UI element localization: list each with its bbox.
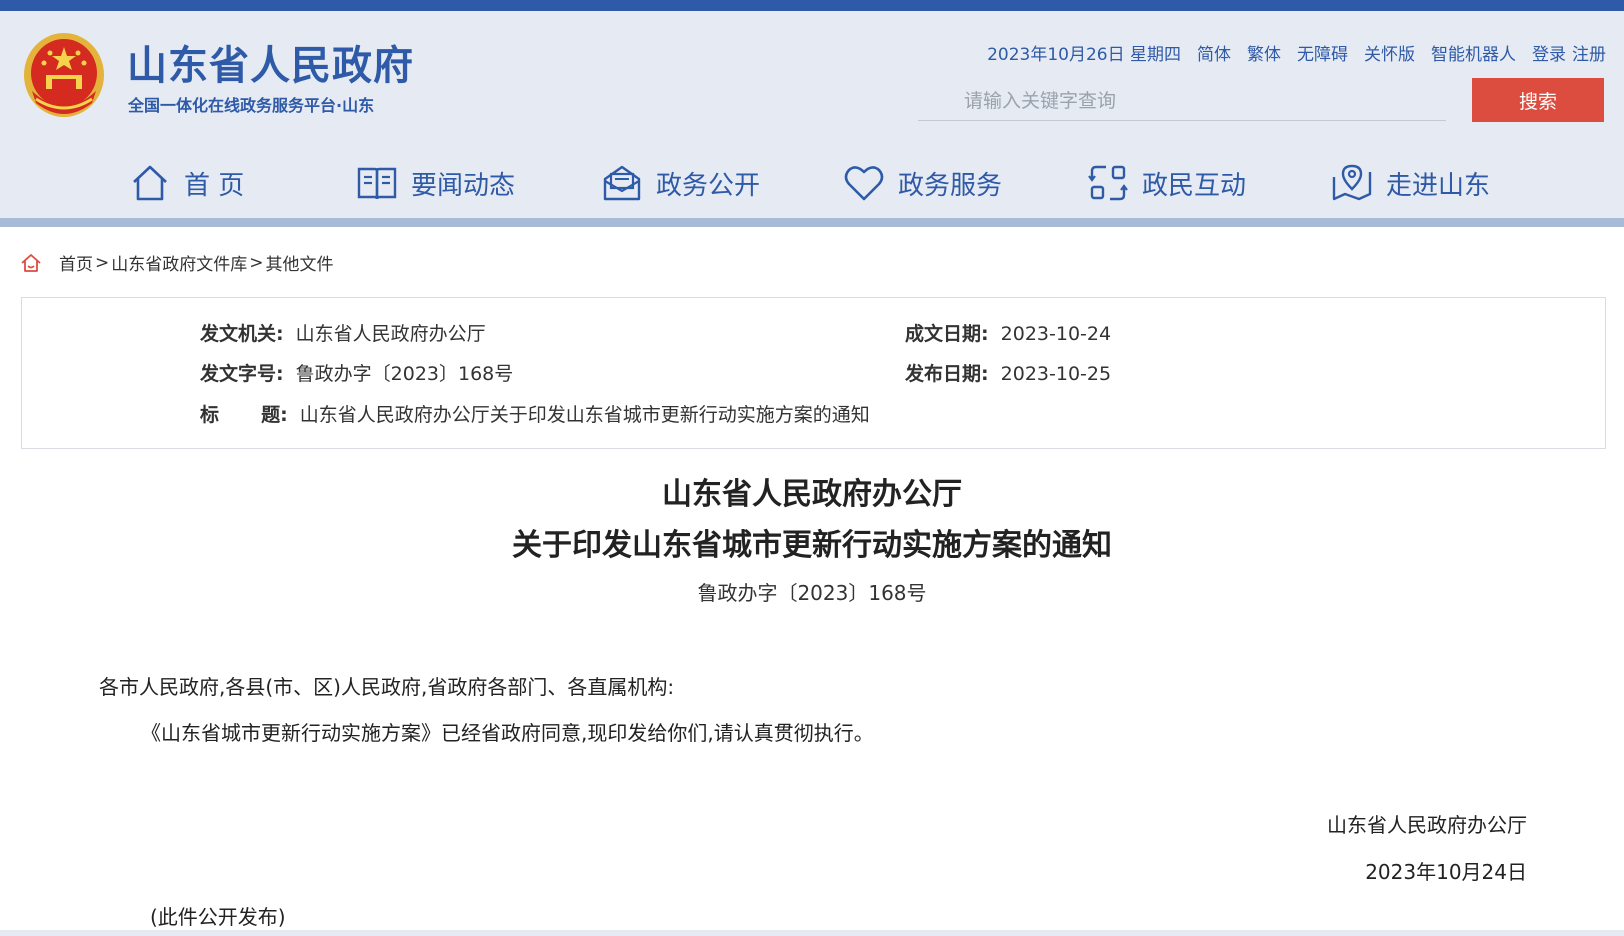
meta-written-value: 2023-10-24: [1000, 323, 1112, 345]
meta-title-label: 题:: [261, 404, 288, 426]
register-link[interactable]: 注册: [1572, 40, 1606, 65]
nav-item-label: 首 页: [184, 170, 245, 201]
meta-published-value: 2023-10-25: [1000, 363, 1112, 385]
nav-item-label: 要闻动态: [411, 170, 516, 201]
nav-item-label: 政务公开: [656, 170, 761, 201]
robot-link[interactable]: 智能机器人: [1431, 40, 1516, 65]
document-note: (此件公开发布): [150, 905, 286, 929]
breadcrumb-library[interactable]: 山东省政府文件库: [111, 250, 247, 275]
nav-item-home[interactable]: 首 页: [128, 155, 244, 211]
meta-docno-value: 鲁政办字〔2023〕168号: [295, 363, 514, 385]
nav-item-news[interactable]: 要闻动态: [355, 155, 515, 211]
accessibility-link[interactable]: 无障碍: [1297, 40, 1348, 65]
nav-item-interaction[interactable]: 政民互动: [1086, 155, 1246, 211]
nav-item-shandong[interactable]: 走进山东: [1330, 155, 1490, 211]
meta-docno-label: 发文字号:: [200, 363, 284, 385]
document-number: 鲁政办字〔2023〕168号: [697, 581, 927, 605]
meta-published-date: 发布日期: 2023-10-25: [905, 359, 1111, 386]
header-divider: [0, 218, 1624, 227]
document-title-line2: 关于印发山东省城市更新行动实施方案的通知: [512, 528, 1112, 563]
meta-issuer-label: 发文机关:: [200, 323, 284, 345]
book-icon: [357, 167, 397, 200]
breadcrumb-home[interactable]: 首页: [59, 250, 93, 275]
document-salutation: 各市人民政府,各县(市、区)人民政府,省政府各部门、各直属机构:: [99, 675, 675, 699]
interaction-icon: [1088, 165, 1128, 201]
site-subtitle: 全国一体化在线政务服务平台·山东: [128, 96, 375, 115]
nav-item-label: 政民互动: [1142, 170, 1247, 201]
breadcrumb-current[interactable]: 其他文件: [266, 250, 334, 275]
main-nav: 首 页 要闻动态 政务公开 政务服务 政民互动 走进山东: [0, 155, 1624, 211]
heart-icon: [844, 166, 884, 201]
document-title-line1: 山东省人民政府办公厅: [662, 477, 962, 512]
document-meta-box: 发文机关: 山东省人民政府办公厅 发文字号: 鲁政办字〔2023〕168号 标 …: [21, 297, 1606, 449]
traditional-link[interactable]: 繁体: [1247, 40, 1281, 65]
document-body: 《山东省城市更新行动实施方案》已经省政府同意,现印发给你们,请认真贯彻执行。: [141, 721, 874, 745]
meta-issuer: 发文机关: 山东省人民政府办公厅: [200, 319, 486, 346]
mail-icon: [603, 165, 641, 201]
simplified-link[interactable]: 简体: [1197, 40, 1231, 65]
meta-title: 标 题: 山东省人民政府办公厅关于印发山东省城市更新行动实施方案的通知: [200, 400, 870, 427]
top-accent-bar: [0, 0, 1624, 11]
meta-published-label: 发布日期:: [905, 363, 989, 385]
national-emblem-icon: [24, 33, 104, 117]
login-link[interactable]: 登录: [1532, 40, 1566, 65]
utility-links: 2023年10月26日 星期四 简体 繁体 无障碍 关怀版 智能机器人 登录 注…: [971, 40, 1606, 65]
meta-title-label: 标: [200, 404, 220, 426]
nav-item-label: 走进山东: [1386, 170, 1491, 201]
home-icon: [133, 165, 167, 201]
current-date: 2023年10月26日 星期四: [987, 45, 1181, 65]
home-icon[interactable]: [20, 252, 42, 274]
meta-written-label: 成文日期:: [905, 323, 989, 345]
breadcrumb-separator: >: [95, 252, 110, 273]
search-button[interactable]: 搜索: [1472, 78, 1604, 122]
map-pin-icon: [1332, 164, 1372, 201]
meta-issuer-value: 山东省人民政府办公厅: [295, 323, 486, 345]
nav-item-label: 政务服务: [898, 170, 1003, 201]
footer-divider: [0, 930, 1624, 936]
care-mode-link[interactable]: 关怀版: [1364, 40, 1415, 65]
search-box: [918, 82, 1474, 121]
meta-written-date: 成文日期: 2023-10-24: [905, 319, 1111, 346]
search-input[interactable]: [918, 82, 1474, 120]
document-signature: 山东省人民政府办公厅: [1327, 813, 1527, 837]
meta-docno: 发文字号: 鲁政办字〔2023〕168号: [200, 359, 513, 386]
breadcrumb: 首页 > 山东省政府文件库 > 其他文件: [20, 250, 334, 275]
meta-title-value: 山东省人民政府办公厅关于印发山东省城市更新行动实施方案的通知: [299, 404, 870, 426]
site-title[interactable]: 山东省人民政府: [127, 33, 414, 91]
breadcrumb-separator: >: [249, 252, 264, 273]
nav-item-open-government[interactable]: 政务公开: [600, 155, 760, 211]
document-date: 2023年10月24日: [1365, 860, 1527, 884]
nav-item-services[interactable]: 政务服务: [842, 155, 1002, 211]
